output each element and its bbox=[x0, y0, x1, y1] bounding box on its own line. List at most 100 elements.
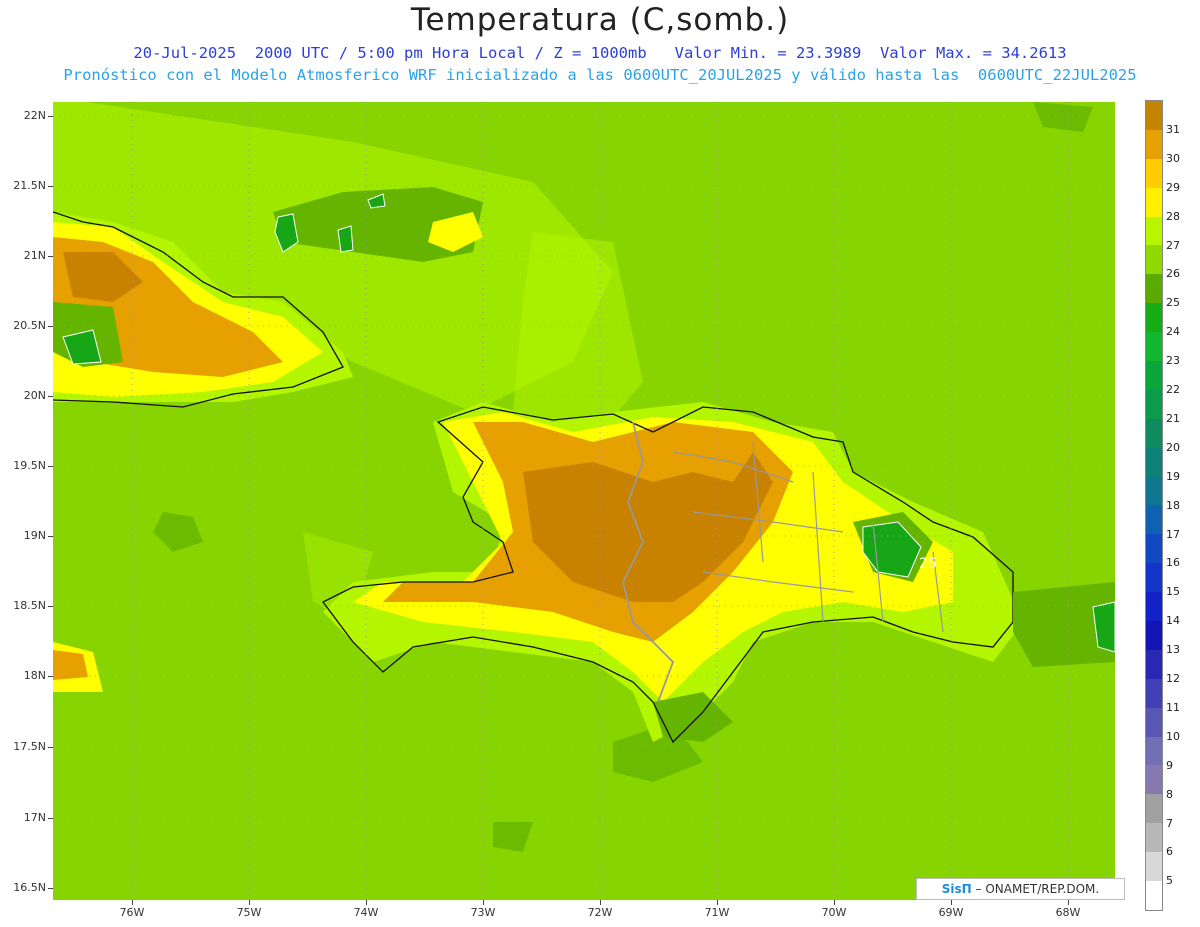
lat-label: 20.5N bbox=[13, 319, 46, 332]
colorbar-swatch bbox=[1146, 129, 1162, 159]
credit-box: SisΠ – ONAMET/REP.DOM. bbox=[916, 878, 1125, 900]
sispi-logo: SisΠ bbox=[941, 882, 972, 896]
lon-label: 70W bbox=[821, 906, 847, 919]
lat-tick bbox=[48, 396, 53, 397]
colorbar-label: 28 bbox=[1166, 209, 1180, 223]
lat-label: 19.5N bbox=[13, 459, 46, 472]
lon-label: 71W bbox=[704, 906, 730, 919]
sea-dark-patch-3 bbox=[493, 822, 533, 852]
colorbar-swatch bbox=[1146, 534, 1162, 564]
lon-tick bbox=[1068, 900, 1069, 905]
forecast-info-line: 20-Jul-2025 2000 UTC / 5:00 pm Hora Loca… bbox=[133, 44, 1067, 62]
colorbar-label: 14 bbox=[1166, 614, 1180, 628]
colorbar-label: 23 bbox=[1166, 354, 1180, 368]
lat-tick bbox=[48, 606, 53, 607]
lat-tick bbox=[48, 676, 53, 677]
lon-tick bbox=[717, 900, 718, 905]
colorbar-swatch bbox=[1146, 274, 1162, 304]
sea-dark-patch-4 bbox=[1033, 102, 1093, 132]
lat-label: 18N bbox=[23, 669, 46, 682]
lat-tick bbox=[48, 888, 53, 889]
colorbar-swatch bbox=[1146, 332, 1162, 362]
colorbar-swatch bbox=[1146, 794, 1162, 824]
colorbar-label: 12 bbox=[1166, 672, 1180, 685]
lat-tick bbox=[48, 116, 53, 117]
colorbar-label: 5 bbox=[1166, 874, 1173, 888]
colorbar-swatch bbox=[1146, 101, 1162, 130]
lat-label: 17N bbox=[23, 811, 46, 824]
contour-label: 25 bbox=[919, 556, 937, 572]
chart-title: Temperatura (C,somb.) bbox=[410, 2, 790, 38]
lat-label: 21N bbox=[23, 249, 46, 262]
colorbar-label: 7 bbox=[1166, 816, 1173, 830]
colorbar-swatch bbox=[1146, 418, 1162, 448]
colorbar-swatch bbox=[1146, 447, 1162, 477]
colorbar-swatch bbox=[1146, 592, 1162, 622]
lon-tick bbox=[483, 900, 484, 905]
lon-tick bbox=[600, 900, 601, 905]
colorbar-label: 21 bbox=[1166, 411, 1180, 425]
colorbar-swatch bbox=[1146, 852, 1162, 882]
lon-label: 74W bbox=[353, 906, 379, 919]
colorbar-swatch bbox=[1146, 187, 1162, 217]
lon-label: 73W bbox=[470, 906, 496, 919]
colorbar-label: 15 bbox=[1166, 585, 1180, 599]
lon-tick bbox=[951, 900, 952, 905]
lon-tick bbox=[366, 900, 367, 905]
colorbar-swatch bbox=[1146, 649, 1162, 679]
colorbar-swatch bbox=[1146, 158, 1162, 188]
lat-label: 16.5N bbox=[13, 881, 46, 894]
lat-label: 18.5N bbox=[13, 599, 46, 612]
lat-tick bbox=[48, 466, 53, 467]
lat-tick bbox=[48, 256, 53, 257]
colorbar-swatch bbox=[1146, 389, 1162, 419]
temperature-map[interactable]: 25 bbox=[53, 102, 1115, 900]
lat-tick bbox=[48, 186, 53, 187]
colorbar-swatch bbox=[1146, 476, 1162, 506]
colorbar-label: 6 bbox=[1166, 845, 1173, 859]
colorbar-label: 16 bbox=[1166, 556, 1180, 570]
bahamas-island-3 bbox=[337, 225, 354, 253]
colorbar-label: 8 bbox=[1166, 787, 1173, 801]
sea-warm-east bbox=[513, 232, 643, 442]
lon-label: 72W bbox=[587, 906, 613, 919]
lat-label: 20N bbox=[23, 389, 46, 402]
colorbar-swatch bbox=[1146, 563, 1162, 593]
colorbar-label: 31 bbox=[1166, 122, 1180, 136]
lat-tick bbox=[48, 747, 53, 748]
colorbar-swatch bbox=[1146, 621, 1162, 650]
colorbar-swatch bbox=[1146, 736, 1162, 766]
lon-label: 68W bbox=[1055, 906, 1081, 919]
colorbar-label: 10 bbox=[1166, 729, 1180, 743]
sea-dark-patch-1 bbox=[153, 512, 203, 552]
colorbar-label: 25 bbox=[1166, 296, 1180, 310]
colorbar-swatch bbox=[1146, 881, 1162, 910]
map-canvas: 25 bbox=[53, 102, 1115, 900]
credit-org: – ONAMET/REP.DOM. bbox=[971, 882, 1100, 896]
colorbar-label: 26 bbox=[1166, 267, 1180, 281]
colorbar-label: 18 bbox=[1166, 498, 1180, 512]
lon-label: 69W bbox=[938, 906, 964, 919]
colorbar-label: 29 bbox=[1166, 180, 1180, 194]
colorbar-label: 11 bbox=[1166, 700, 1180, 714]
lat-label: 19N bbox=[23, 529, 46, 542]
lon-label: 75W bbox=[236, 906, 262, 919]
lon-tick bbox=[132, 900, 133, 905]
colorbar-label: 17 bbox=[1166, 527, 1180, 541]
model-info-line: Pronóstico con el Modelo Atmosferico WRF… bbox=[63, 66, 1137, 84]
colorbar-swatch bbox=[1146, 361, 1162, 390]
lat-label: 22N bbox=[23, 109, 46, 122]
lat-tick bbox=[48, 326, 53, 327]
colorbar-swatch bbox=[1146, 245, 1162, 275]
colorbar-swatch bbox=[1146, 505, 1162, 535]
lat-label: 17.5N bbox=[13, 740, 46, 753]
lon-tick bbox=[834, 900, 835, 905]
colorbar-label: 22 bbox=[1166, 383, 1180, 396]
colorbar-swatch bbox=[1146, 216, 1162, 246]
colorbar-swatch bbox=[1146, 707, 1162, 737]
colorbar-label: 19 bbox=[1166, 469, 1180, 483]
colorbar-label: 27 bbox=[1166, 238, 1180, 252]
lat-tick bbox=[48, 536, 53, 537]
lat-label: 21.5N bbox=[13, 179, 46, 192]
colorbar bbox=[1145, 100, 1163, 911]
